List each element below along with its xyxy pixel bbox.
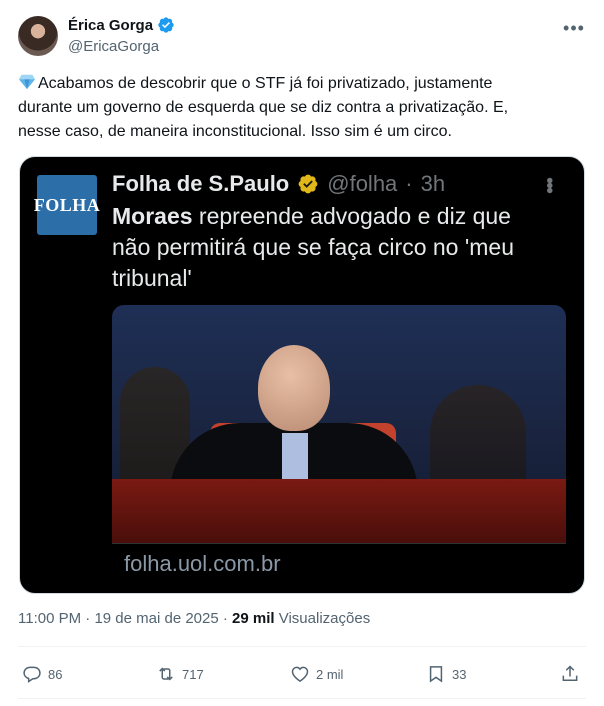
- news-photo[interactable]: [112, 305, 566, 543]
- repost-count: 717: [182, 666, 204, 682]
- bookmark-button[interactable]: 33: [426, 660, 466, 688]
- card-more-icon[interactable]: •••: [537, 177, 560, 192]
- tweet-date[interactable]: 19 de mai de 2025: [94, 610, 218, 627]
- more-options-icon[interactable]: •••: [562, 16, 586, 40]
- share-icon: [562, 665, 578, 681]
- divider: [18, 646, 586, 647]
- bookmark-icon: [429, 666, 443, 683]
- like-count: 2 mil: [316, 666, 344, 682]
- bottom-divider: [18, 698, 586, 699]
- gem-icon: [19, 74, 35, 90]
- card-headline-line-3: tribunal': [112, 265, 192, 291]
- card-headline-strong: Moraes: [112, 203, 193, 229]
- tweet-line-1: Acabamos de descobrir que o STF já foi p…: [38, 75, 493, 92]
- card-headline: Moraes repreende advogado e diz que não …: [112, 201, 562, 294]
- quoted-media-card[interactable]: FOLHA Folha de S.Paulo @folha · 3h ••• M…: [19, 156, 585, 594]
- tweet-line-2: durante um governo de esquerda que se di…: [18, 99, 509, 116]
- verified-gold-badge-icon: [298, 174, 318, 194]
- repost-icon: [159, 667, 173, 681]
- bookmark-count: 33: [452, 666, 467, 682]
- card-headline-line-1: Moraes repreende advogado e diz que: [112, 201, 562, 232]
- meta-dot-2: ·: [218, 610, 233, 627]
- verified-badge-icon: [158, 17, 174, 33]
- folha-logo: FOLHA: [34, 175, 100, 235]
- heart-icon: [291, 666, 309, 682]
- author-name[interactable]: Érica Gorga: [68, 17, 153, 34]
- photo-bench: [112, 479, 566, 543]
- views-count: 29 mil: [232, 610, 275, 627]
- tweet-time[interactable]: 11:00 PM: [18, 610, 81, 627]
- card-headline-rest: repreende advogado e diz que: [192, 203, 511, 229]
- meta-dot-1: ·: [81, 610, 95, 627]
- views-label: Visualizações: [274, 610, 371, 627]
- tweet: Érica Gorga @EricaGorga ••• Acabamos de …: [0, 0, 604, 706]
- tweet-text: Acabamos de descobrir que o STF já foi p…: [18, 72, 578, 144]
- tweet-meta: 11:00 PM · 19 de mai de 2025 · 29 mil Vi…: [18, 610, 370, 627]
- card-source-name: Folha de S.Paulo: [112, 171, 290, 196]
- card-source-separator: ·: [405, 171, 413, 196]
- like-button[interactable]: 2 mil: [290, 660, 343, 688]
- author-avatar[interactable]: [18, 16, 58, 56]
- tweet-line-3: nesse caso, de maneira inconstitucional.…: [18, 123, 452, 140]
- reply-icon: [23, 666, 41, 683]
- share-button[interactable]: [560, 660, 580, 688]
- repost-button[interactable]: 717: [156, 660, 204, 688]
- author-name-row[interactable]: Érica Gorga: [68, 16, 175, 34]
- photo-person-main-head: [258, 345, 330, 431]
- action-bar: 86 717 2 mil 33: [18, 660, 584, 688]
- card-headline-line-2: não permitirá que se faça circo no 'meu: [112, 234, 514, 260]
- folha-logo-text: FOLHA: [33, 194, 101, 215]
- card-source-row: Folha de S.Paulo @folha · 3h: [112, 171, 445, 197]
- author-handle[interactable]: @EricaGorga: [68, 38, 159, 55]
- reply-button[interactable]: 86: [22, 660, 62, 688]
- reply-count: 86: [48, 666, 63, 682]
- card-domain[interactable]: folha.uol.com.br: [112, 543, 566, 583]
- card-source-handle: @folha: [327, 171, 398, 196]
- tweet-text-line-1: Acabamos de descobrir que o STF já foi p…: [18, 72, 578, 96]
- card-source-time: 3h: [420, 171, 446, 196]
